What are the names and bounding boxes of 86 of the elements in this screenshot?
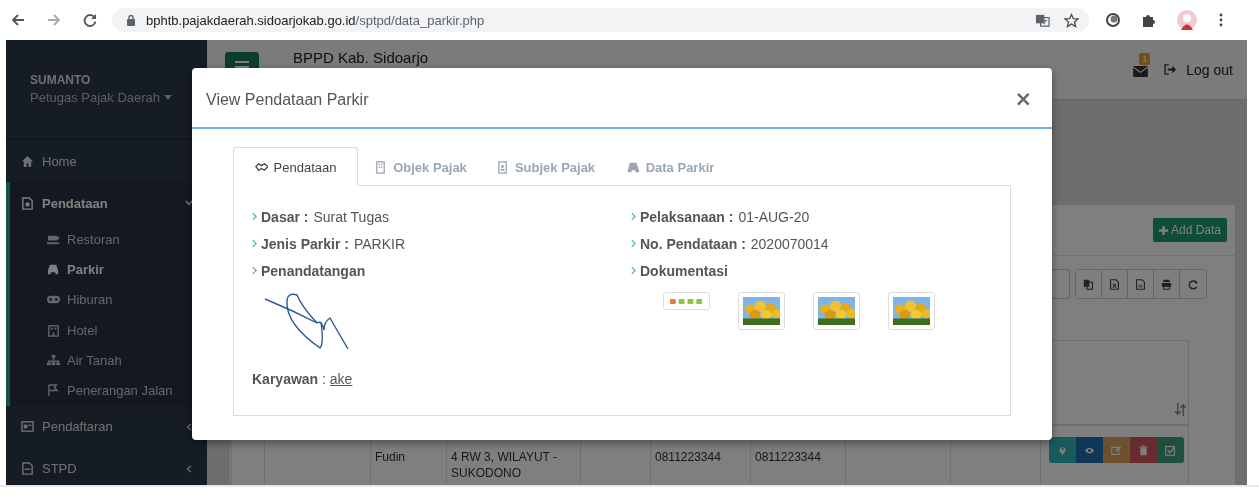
user-role-dropdown[interactable]: Petugas Pajak Daerah [30,90,207,105]
field-text: No. Pendataan : 2020070014 [640,235,829,252]
document-icon [21,462,34,476]
map-pin-button[interactable] [1049,437,1076,463]
chevron-icon [252,212,257,221]
table-cell-text: 0811223344 [755,449,822,465]
translate-icon[interactable] [1035,12,1050,28]
building-icon [374,160,388,174]
pdf-icon [1135,278,1146,290]
user-name: SUMANTO [30,73,92,87]
chevron-icon [631,239,636,248]
nav-subitem[interactable]: Restoran [10,224,207,255]
nav-subitem[interactable]: Hiburan [10,284,207,315]
field-text: Penandatangan [261,262,366,279]
nav-item[interactable]: Home [10,140,207,182]
checkbox-button[interactable] [1157,437,1184,463]
field-text: Dokumentasi [640,262,728,279]
copy-button[interactable] [1076,270,1102,298]
field-text: Dasar : Surat Tugas [261,208,389,225]
flag-icon [47,384,60,398]
copy-icon [1083,278,1094,290]
notification-badge: 1 [1139,53,1151,65]
plus-icon [1158,225,1168,235]
home-icon [21,154,34,168]
thumbnail[interactable] [888,292,935,330]
handshake-icon [254,160,268,174]
sitemap-icon [47,353,60,367]
employee-link[interactable]: ake [329,371,353,387]
checkbox-icon [1165,444,1176,456]
avatar[interactable] [1177,10,1197,30]
id-badge-icon [495,160,509,174]
car-icon [626,160,640,174]
forward-icon[interactable] [46,12,62,28]
field-text: Jenis Parkir : PARKIR [261,235,406,252]
add-data-button[interactable]: Add Data [1152,218,1227,242]
chevron-icon [252,266,257,275]
employee-text: Karyawan : ake [252,371,354,387]
edit-icon [1111,444,1122,456]
logout-link[interactable]: Log out [1164,61,1233,78]
id-card-icon [21,420,34,434]
sign-out-icon [1164,64,1178,75]
car-icon [47,262,60,276]
close-button[interactable]: × [1008,89,1038,110]
trash-icon [1138,444,1149,456]
caret-icon [164,95,173,100]
chevron-icon [252,239,257,248]
nav-subitem[interactable]: Penerangan Jalan [10,375,207,406]
back-icon[interactable] [10,12,26,28]
eye-button[interactable] [1076,437,1103,463]
table-cell-text: 0811223344 [655,449,722,465]
reload-icon[interactable] [82,12,98,28]
nav-subitem[interactable]: Hotel [10,314,207,346]
map-pin-icon [1057,444,1068,456]
field-text: Pelaksanaan : 01-AUG-20 [640,208,810,225]
lock-icon [126,14,136,26]
print-icon [1161,278,1172,290]
document-icon [21,196,34,210]
chevron-icon [631,212,636,221]
tab[interactable]: Pendataan [233,147,358,186]
circle-icon[interactable] [1105,12,1121,28]
modal-title: View Pendataan Parkir [206,90,370,109]
envelope-icon[interactable] [1133,66,1149,77]
puzzle-icon[interactable] [1141,12,1157,28]
thumbnail[interactable] [663,292,710,310]
star-icon[interactable] [1064,12,1079,28]
tab[interactable]: Subjek Pajak [483,147,608,186]
nav-item[interactable]: STPD [10,447,207,485]
nav-subitem[interactable]: Air Tanah [10,345,207,376]
app-title: BPPD Kab. Sidoarjo [293,49,429,66]
chevron-icon [631,266,636,275]
tab[interactable]: Data Parkir [608,147,733,186]
spreadsheet-icon [1109,278,1120,290]
address-bar[interactable]: bphtb.pajakdaerah.sidoarjokab.go.id/sptpd/data_parkir.php [112,8,1089,32]
trash-button[interactable] [1130,437,1157,463]
thumbnail[interactable] [813,292,860,330]
table-cell-text: 4 RW 3, WILAYUT - SUKODONO [451,449,559,481]
nav-item[interactable]: Pendataan [10,182,207,224]
nav-item[interactable]: Pendaftaran [10,405,207,448]
nav-subitem[interactable]: Parkir [10,254,207,285]
sort-icon[interactable] [1175,403,1186,416]
tab[interactable]: Objek Pajak [358,147,483,186]
refresh-icon [1187,278,1199,290]
table-cell-text: Fudin [375,449,407,465]
thumbnail[interactable] [738,292,785,330]
url-text: bphtb.pajakdaerah.sidoarjokab.go.id/sptpd/data_parkir.php [146,12,486,28]
building-icon [47,323,60,337]
